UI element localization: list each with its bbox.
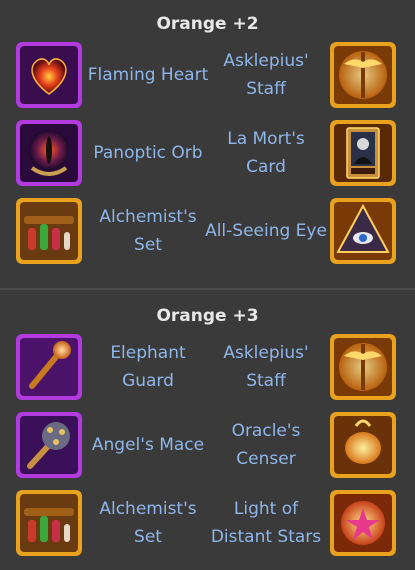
asklepius-staff-icon[interactable] — [330, 334, 396, 400]
item-label: Angel's Mace — [91, 435, 205, 455]
item-row: Flaming Heart Asklepius' Staff — [0, 42, 415, 112]
item-label: Panoptic Orb — [93, 143, 203, 163]
item-label: Asklepius' Staff — [223, 343, 309, 391]
item-label: Oracle's Censer — [231, 421, 301, 469]
oracle-censer-icon[interactable] — [330, 412, 396, 478]
angel-mace-icon[interactable] — [16, 412, 82, 478]
elephant-guard-icon[interactable] — [16, 334, 82, 400]
asklepius-staff-icon[interactable] — [330, 42, 396, 108]
item-row: Panoptic Orb La Mort's Card — [0, 120, 415, 190]
section-orange-3: Orange +3 Elephant Guard Asklepius' Staf… — [0, 292, 415, 570]
item-row: Elephant Guard Asklepius' Staff — [0, 334, 415, 404]
flaming-heart-icon[interactable] — [16, 42, 82, 108]
panoptic-orb-icon[interactable] — [16, 120, 82, 186]
item-label: Elephant Guard — [110, 343, 186, 391]
alchemist-set-icon[interactable] — [16, 198, 82, 264]
item-label: Flaming Heart — [87, 65, 209, 85]
alchemist-set-icon[interactable] — [16, 490, 82, 556]
item-row: Alchemist's Set All-Seeing Eye — [0, 198, 415, 268]
item-label: La Mort's Card — [227, 129, 305, 177]
item-label: Alchemist's Set — [99, 207, 197, 255]
all-seeing-eye-icon[interactable] — [330, 198, 396, 264]
section-title: Orange +3 — [156, 306, 259, 326]
item-label: All-Seeing Eye — [205, 221, 327, 241]
item-label: Light of Distant Stars — [210, 499, 322, 547]
section-title: Orange +2 — [156, 14, 259, 34]
item-row: Alchemist's Set Light of Distant Stars — [0, 490, 415, 560]
item-label: Asklepius' Staff — [223, 51, 309, 99]
section-divider — [0, 288, 415, 290]
light-of-distant-stars-icon[interactable] — [330, 490, 396, 556]
item-row: Angel's Mace Oracle's Censer — [0, 412, 415, 482]
item-label: Alchemist's Set — [99, 499, 197, 547]
la-mort-card-icon[interactable] — [330, 120, 396, 186]
section-orange-2: Orange +2 Flaming Heart Asklepius' Staff… — [0, 0, 415, 288]
